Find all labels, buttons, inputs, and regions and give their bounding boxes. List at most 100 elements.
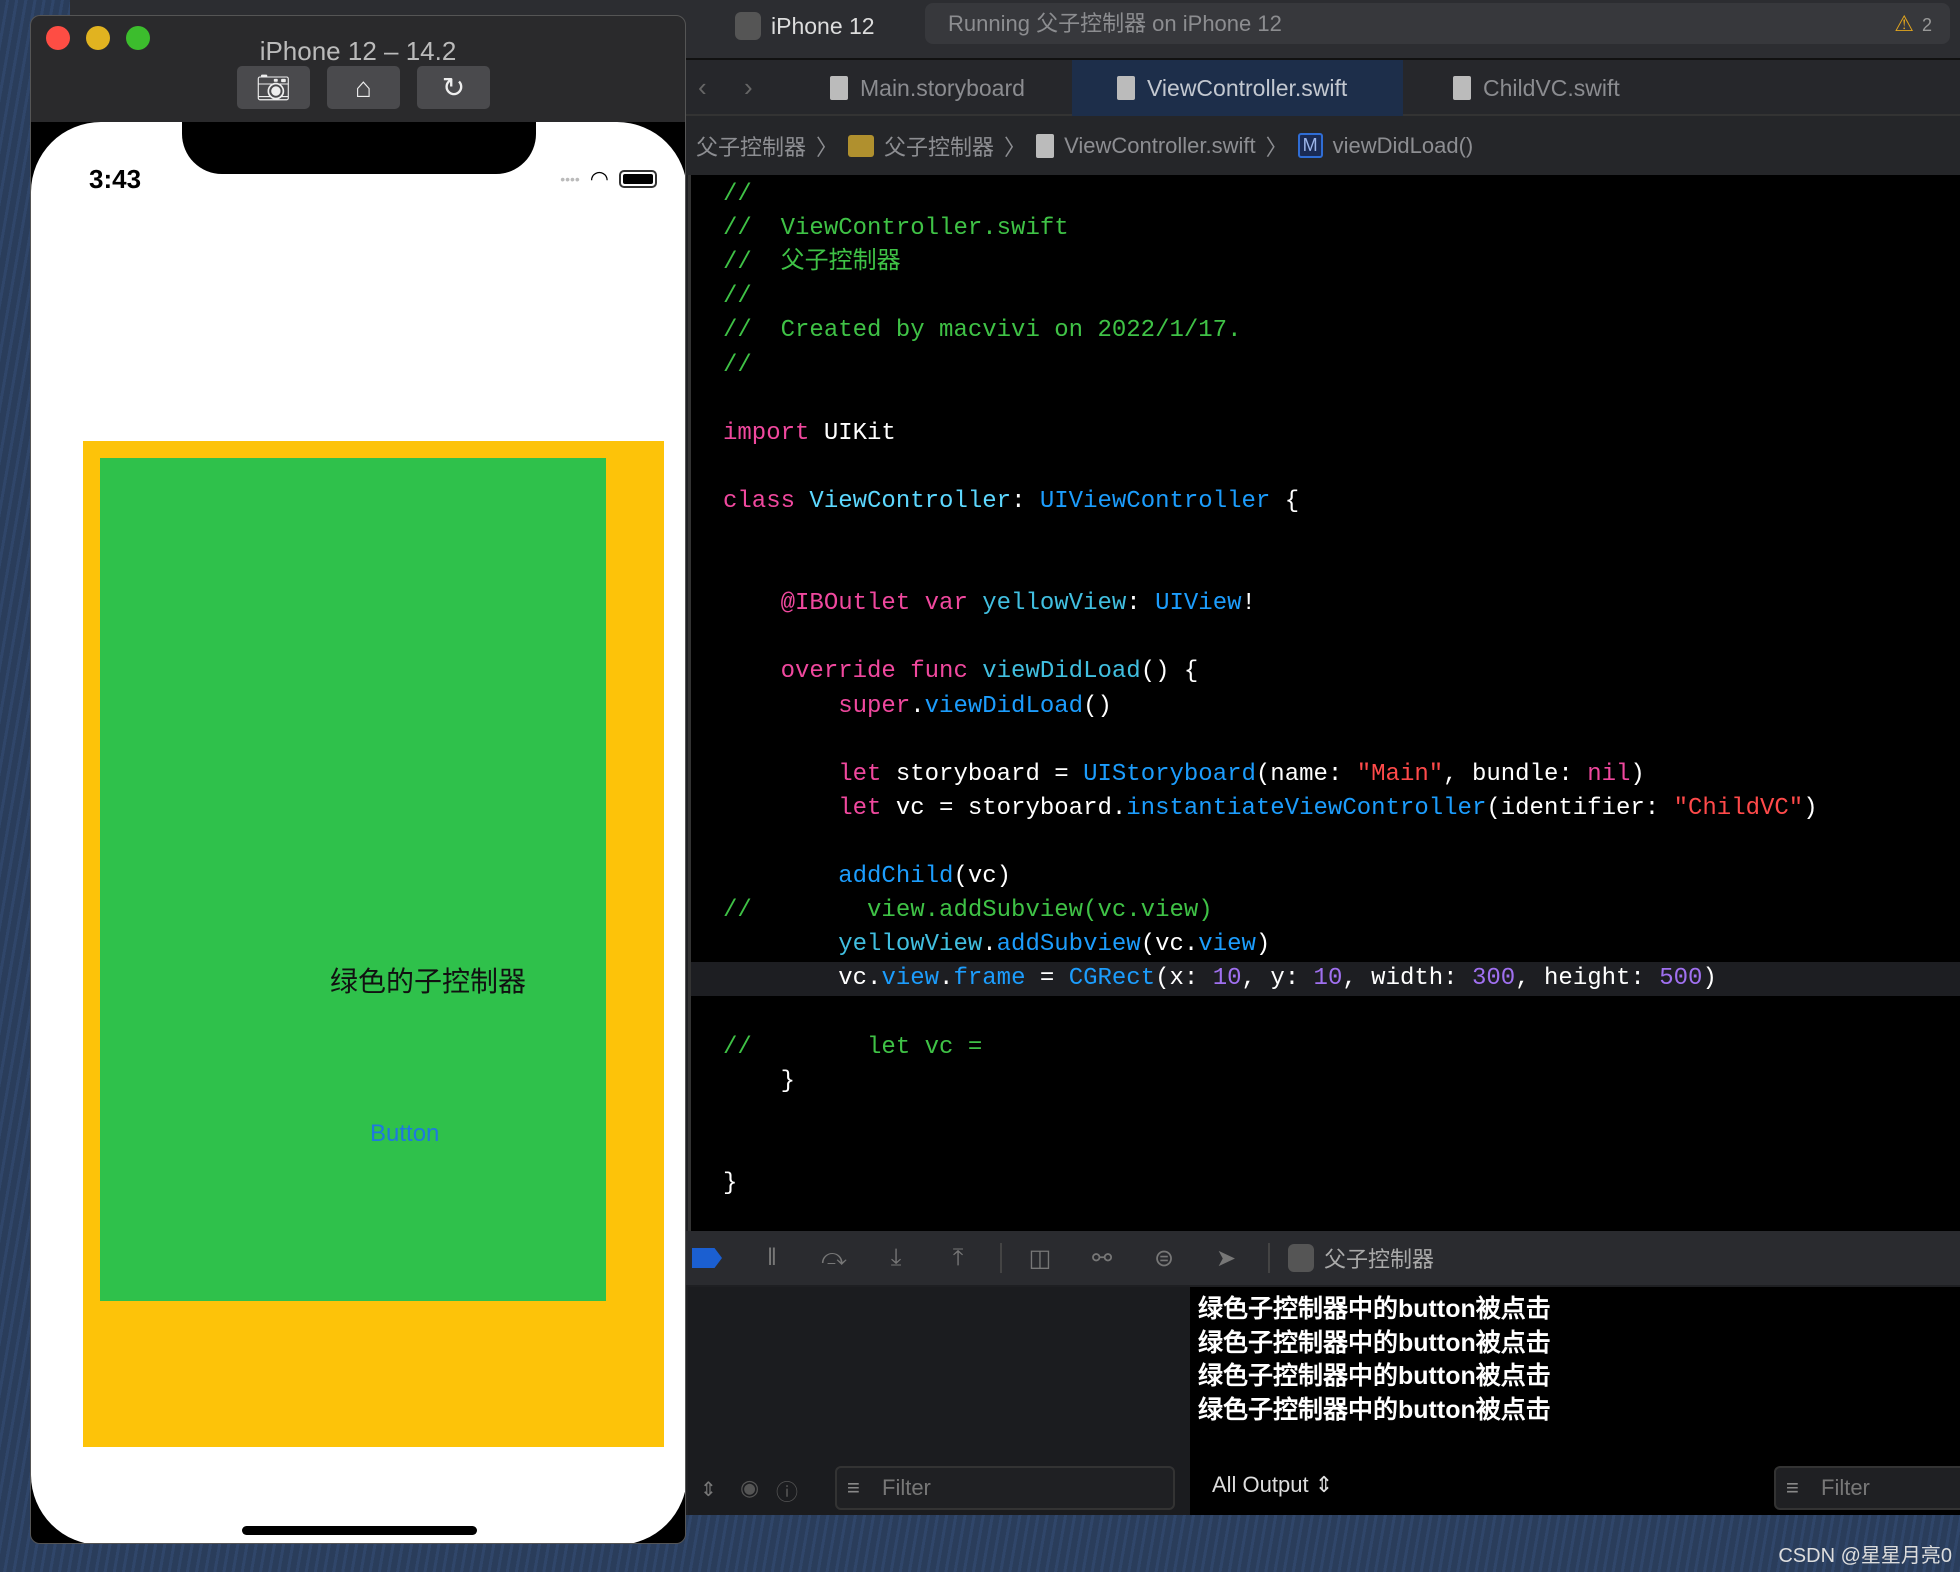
code-token: // xyxy=(723,283,752,311)
environment-overrides-icon[interactable]: ⊜ xyxy=(1144,1244,1184,1273)
code-line[interactable]: // xyxy=(723,349,752,383)
notch xyxy=(182,122,536,174)
home-indicator[interactable] xyxy=(242,1526,477,1535)
screenshot-button[interactable]: 📷︎ xyxy=(237,66,310,109)
tab-childvc-swift[interactable]: ChildVC.swift xyxy=(1445,60,1620,116)
code-line[interactable]: super.viewDidLoad() xyxy=(723,690,1112,724)
breakpoints-toggle-icon[interactable] xyxy=(692,1248,722,1268)
code-line[interactable]: // ViewController.swift xyxy=(723,212,1069,246)
tab-label: ChildVC.swift xyxy=(1483,74,1620,101)
code-line[interactable]: addChild(vc) xyxy=(723,860,1011,894)
back-icon[interactable]: ‹ xyxy=(698,72,707,103)
code-token: // ViewController.swift xyxy=(723,215,1069,243)
code-line[interactable]: // Created by macvivi on 2022/1/17. xyxy=(723,314,1241,348)
jumpbar-project[interactable]: 父子控制器 xyxy=(696,130,806,162)
camera-icon: 📷︎ xyxy=(255,72,292,103)
code-token: viewDidLoad xyxy=(982,658,1141,686)
chevron-icon: 〉 xyxy=(1265,134,1288,160)
code-token: super xyxy=(723,692,911,720)
code-token: // Created by macvivi on 2022/1/17. xyxy=(723,317,1242,345)
code-token: UIKit xyxy=(809,419,896,447)
filter-placeholder: Filter xyxy=(882,1475,931,1500)
scope-selector-icon[interactable]: ⇕ xyxy=(700,1477,717,1502)
child-button[interactable]: Button xyxy=(370,1120,439,1148)
code-token: "Main" xyxy=(1356,760,1444,788)
variables-filter-input[interactable]: Filter xyxy=(835,1466,1175,1510)
code-line[interactable]: @IBOutlet var yellowView: UIView! xyxy=(723,587,1256,621)
code-token: . xyxy=(939,965,954,993)
info-icon[interactable]: ⓘ xyxy=(776,1475,798,1507)
code-token: frame xyxy=(953,965,1026,993)
jumpbar-group[interactable]: 父子控制器 xyxy=(884,130,994,162)
code-token: class xyxy=(723,487,796,515)
code-token: view xyxy=(881,965,940,993)
code-line[interactable]: // 父子控制器 xyxy=(723,246,901,280)
code-token: import xyxy=(723,419,810,447)
code-token: () { xyxy=(1140,658,1199,686)
code-token: . xyxy=(910,692,925,720)
rotate-icon: ↻ xyxy=(441,72,466,103)
console-filter-input[interactable]: Filter xyxy=(1774,1466,1960,1510)
code-line[interactable]: } xyxy=(723,1065,795,1099)
chevron-icon: 〉 xyxy=(1004,134,1027,160)
code-token: } xyxy=(723,1067,796,1095)
step-out-icon[interactable]: ⤒ xyxy=(938,1244,978,1272)
green-child-view: 绿色的子控制器 Button xyxy=(100,458,606,1301)
code-line[interactable]: override func viewDidLoad() { xyxy=(723,655,1199,689)
scheme-selector[interactable]: iPhone 12 xyxy=(735,8,875,44)
variables-view: ⇕ ◉ ⓘ Filter xyxy=(688,1287,1190,1515)
storyboard-file-icon xyxy=(830,76,848,100)
pause-icon[interactable]: ‖ xyxy=(752,1244,792,1272)
wifi-icon: ◠ xyxy=(589,166,609,191)
step-over-icon[interactable]: ⤼ xyxy=(814,1244,854,1272)
chevron-updown-icon: ⇕ xyxy=(1314,1472,1334,1497)
code-line[interactable]: let storyboard = UIStoryboard(name: "Mai… xyxy=(723,758,1645,792)
code-line[interactable]: } xyxy=(723,1167,737,1201)
home-button[interactable]: ⌂ xyxy=(327,66,400,109)
code-line[interactable]: vc.view.frame = CGRect(x: 10, y: 10, wid… xyxy=(723,962,1717,996)
status-icons: •••• ◠ xyxy=(560,166,657,192)
code-token: UIStoryboard xyxy=(1083,760,1256,788)
warning-count: 2 xyxy=(1921,15,1932,35)
code-token: // let vc = xyxy=(723,1033,983,1061)
step-into-icon[interactable]: ⤓ xyxy=(876,1244,916,1272)
simulator-title: iPhone 12 – 14.2 xyxy=(259,36,457,66)
code-token: (vc. xyxy=(1140,931,1199,959)
code-token: var xyxy=(910,590,968,618)
warning-indicator[interactable]: ⚠ 2 xyxy=(1894,3,1932,46)
view-hierarchy-icon[interactable]: ◫ xyxy=(1020,1244,1060,1273)
code-line[interactable]: // view.addSubview(vc.view) xyxy=(723,894,1213,928)
debug-target[interactable]: 父子控制器 xyxy=(1324,1242,1434,1274)
tab-viewcontroller-swift[interactable]: ViewController.swift xyxy=(1072,60,1403,116)
jumpbar-method[interactable]: viewDidLoad() xyxy=(1333,133,1474,159)
battery-icon xyxy=(619,170,657,188)
code-line[interactable]: // xyxy=(723,178,752,212)
tab-main-storyboard[interactable]: Main.storyboard xyxy=(822,60,1025,116)
code-line[interactable]: class ViewController: UIViewController { xyxy=(723,485,1299,519)
eye-icon[interactable]: ◉ xyxy=(740,1475,759,1501)
code-token: ViewController xyxy=(809,487,1012,515)
code-line[interactable]: // let vc = xyxy=(723,1031,982,1065)
code-line[interactable]: // xyxy=(723,280,752,314)
code-editor[interactable]: // // ViewController.swift // 父子控制器 // // Cr… xyxy=(688,175,1960,1231)
code-token: func xyxy=(895,658,968,686)
code-line[interactable]: import UIKit xyxy=(723,417,896,451)
location-icon[interactable]: ➤ xyxy=(1206,1244,1246,1273)
forward-icon[interactable]: › xyxy=(744,72,753,103)
code-token: { xyxy=(1270,487,1300,515)
code-token: // view.addSubview(vc.view) xyxy=(723,897,1213,925)
output-selector[interactable]: All Output ⇕ xyxy=(1212,1472,1333,1498)
jumpbar-file[interactable]: ViewController.swift xyxy=(1064,133,1256,159)
code-line[interactable]: let vc = storyboard.instantiateViewContr… xyxy=(723,792,1817,826)
code-token: "ChildVC" xyxy=(1673,794,1804,822)
app-icon xyxy=(735,12,761,40)
code-line[interactable]: yellowView.addSubview(vc.view) xyxy=(723,928,1270,962)
rotate-button[interactable]: ↻ xyxy=(417,66,490,109)
watermark: CSDN @星星月亮0 xyxy=(1778,1545,1952,1567)
code-token: 10 xyxy=(1313,965,1343,993)
code-token: (vc) xyxy=(953,863,1012,890)
memory-graph-icon[interactable]: ⚯ xyxy=(1082,1244,1122,1273)
